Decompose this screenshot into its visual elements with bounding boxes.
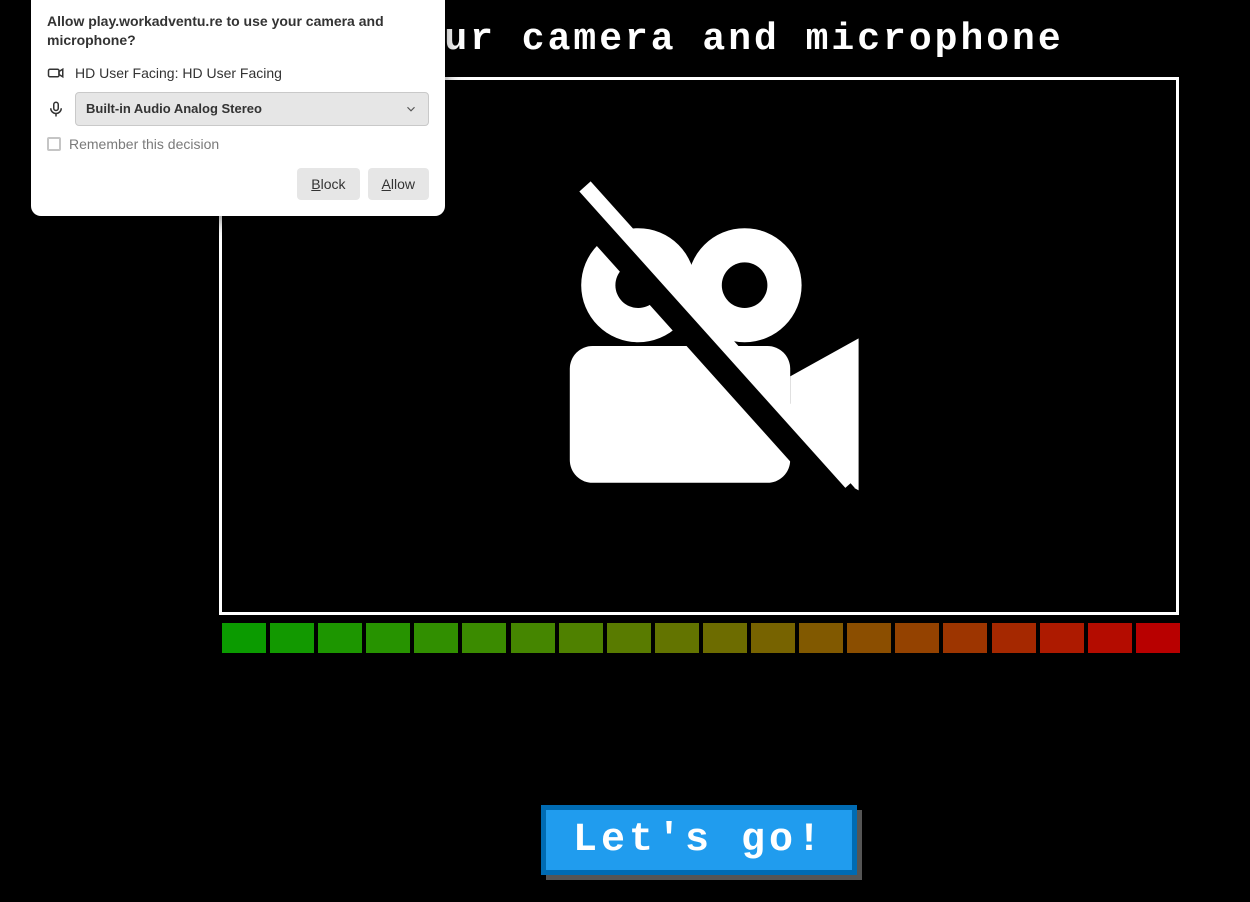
sound-meter-cell bbox=[414, 623, 458, 653]
audio-device-select[interactable]: Built-in Audio Analog Stereo bbox=[75, 92, 429, 126]
sound-meter-cell bbox=[992, 623, 1036, 653]
sound-meter-cell bbox=[318, 623, 362, 653]
camera-icon bbox=[47, 64, 65, 82]
allow-button[interactable]: Allow bbox=[368, 168, 429, 200]
block-button-rest: lock bbox=[321, 176, 346, 192]
remember-decision-checkbox[interactable] bbox=[47, 137, 61, 151]
block-button-accel: B bbox=[311, 176, 320, 192]
allow-button-accel: A bbox=[382, 176, 391, 192]
sound-meter-cell bbox=[847, 623, 891, 653]
sound-meter-cell bbox=[751, 623, 795, 653]
microphone-icon bbox=[47, 100, 65, 118]
sound-meter-cell bbox=[703, 623, 747, 653]
sound-meter-cell bbox=[366, 623, 410, 653]
sound-meter-cell bbox=[511, 623, 555, 653]
sound-meter-cell bbox=[1088, 623, 1132, 653]
sound-meter-cell bbox=[655, 623, 699, 653]
remember-decision-label: Remember this decision bbox=[69, 136, 219, 152]
sound-meter-cell bbox=[462, 623, 506, 653]
block-button[interactable]: Block bbox=[297, 168, 359, 200]
camera-off-icon bbox=[509, 156, 889, 536]
sound-meter-cell bbox=[559, 623, 603, 653]
sound-meter-cell bbox=[270, 623, 314, 653]
sound-meter-cell bbox=[607, 623, 651, 653]
camera-device-label: HD User Facing: HD User Facing bbox=[75, 65, 282, 81]
lets-go-button[interactable]: Let's go! bbox=[541, 805, 857, 875]
sound-meter-cell bbox=[895, 623, 939, 653]
audio-device-selected: Built-in Audio Analog Stereo bbox=[86, 101, 262, 116]
permission-dialog-title: Allow play.workadventu.re to use your ca… bbox=[47, 12, 429, 50]
chevron-down-icon bbox=[404, 102, 418, 116]
sound-meter-cell bbox=[1136, 623, 1180, 653]
sound-meter-cell bbox=[1040, 623, 1084, 653]
permission-dialog: Allow play.workadventu.re to use your ca… bbox=[31, 0, 445, 216]
sound-meter-cell bbox=[943, 623, 987, 653]
sound-meter bbox=[222, 623, 1180, 653]
allow-button-rest: llow bbox=[391, 176, 415, 192]
sound-meter-cell bbox=[799, 623, 843, 653]
sound-meter-cell bbox=[222, 623, 266, 653]
